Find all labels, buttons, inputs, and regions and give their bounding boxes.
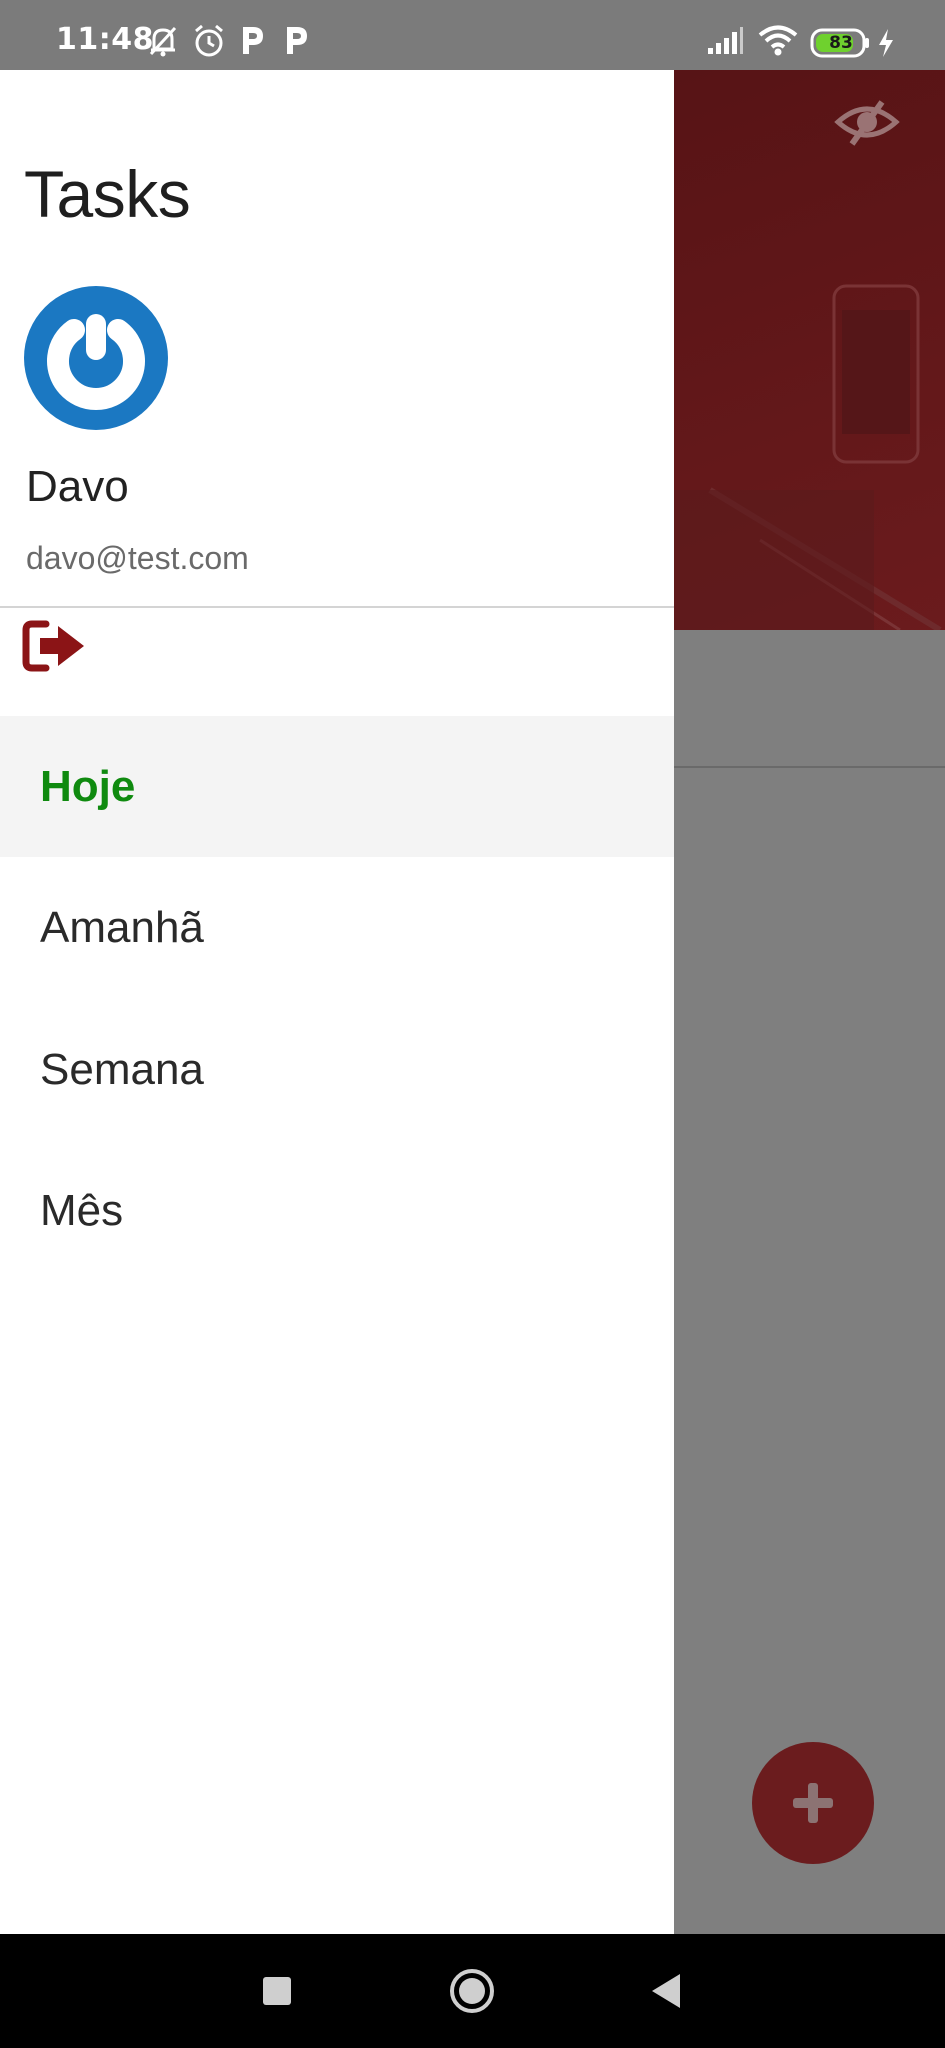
plus-icon [793,1783,833,1823]
recents-square-icon [263,1977,291,2005]
menu-item-amanha[interactable]: Amanhã [0,857,674,998]
back-triangle-icon [652,1974,680,2008]
battery-level-text: 83 [829,33,853,53]
power-logo-icon [24,286,168,430]
user-email: davo@test.com [26,540,249,576]
mute-bell-icon [149,26,177,57]
menu-item-label: Amanhã [40,903,204,952]
drawer-title: Tasks [24,157,191,231]
sign-out-icon [22,620,84,672]
add-task-button[interactable] [752,1742,874,1864]
back-button[interactable] [636,1934,696,2048]
status-time: 11:48 [56,22,154,57]
menu-item-hoje[interactable]: Hoje [0,716,674,857]
menu-item-mes[interactable]: Mês [0,1140,674,1281]
avatar [24,286,168,430]
navigation-drawer: Tasks Davo davo@test.com Hoje Amanhã Sem… [0,70,674,1934]
alarm-icon [195,24,223,57]
signal-icon [708,27,743,54]
home-circle-icon [450,1969,494,2013]
menu-item-semana[interactable]: Semana [0,999,674,1140]
menu-item-label: Mês [40,1186,124,1235]
system-navigation-bar [0,1934,945,2048]
screen: 11:48 83 Tasks Davo davo@test.com Hoje A… [0,0,945,2048]
wifi-icon [758,25,798,56]
logout-button[interactable] [22,618,92,678]
status-bar: 11:48 83 [0,0,945,70]
user-name: Davo [26,462,129,511]
p-notification-icon [243,27,263,54]
charging-icon [879,29,893,57]
p-notification-icon [287,27,307,54]
drawer-divider [0,606,674,608]
recents-button[interactable] [246,1934,306,2048]
eye-off-icon [834,100,900,146]
menu-item-label: Hoje [40,762,136,811]
hide-toggle-button[interactable] [834,98,900,146]
home-button[interactable] [442,1934,502,2048]
menu-item-label: Semana [40,1045,204,1094]
